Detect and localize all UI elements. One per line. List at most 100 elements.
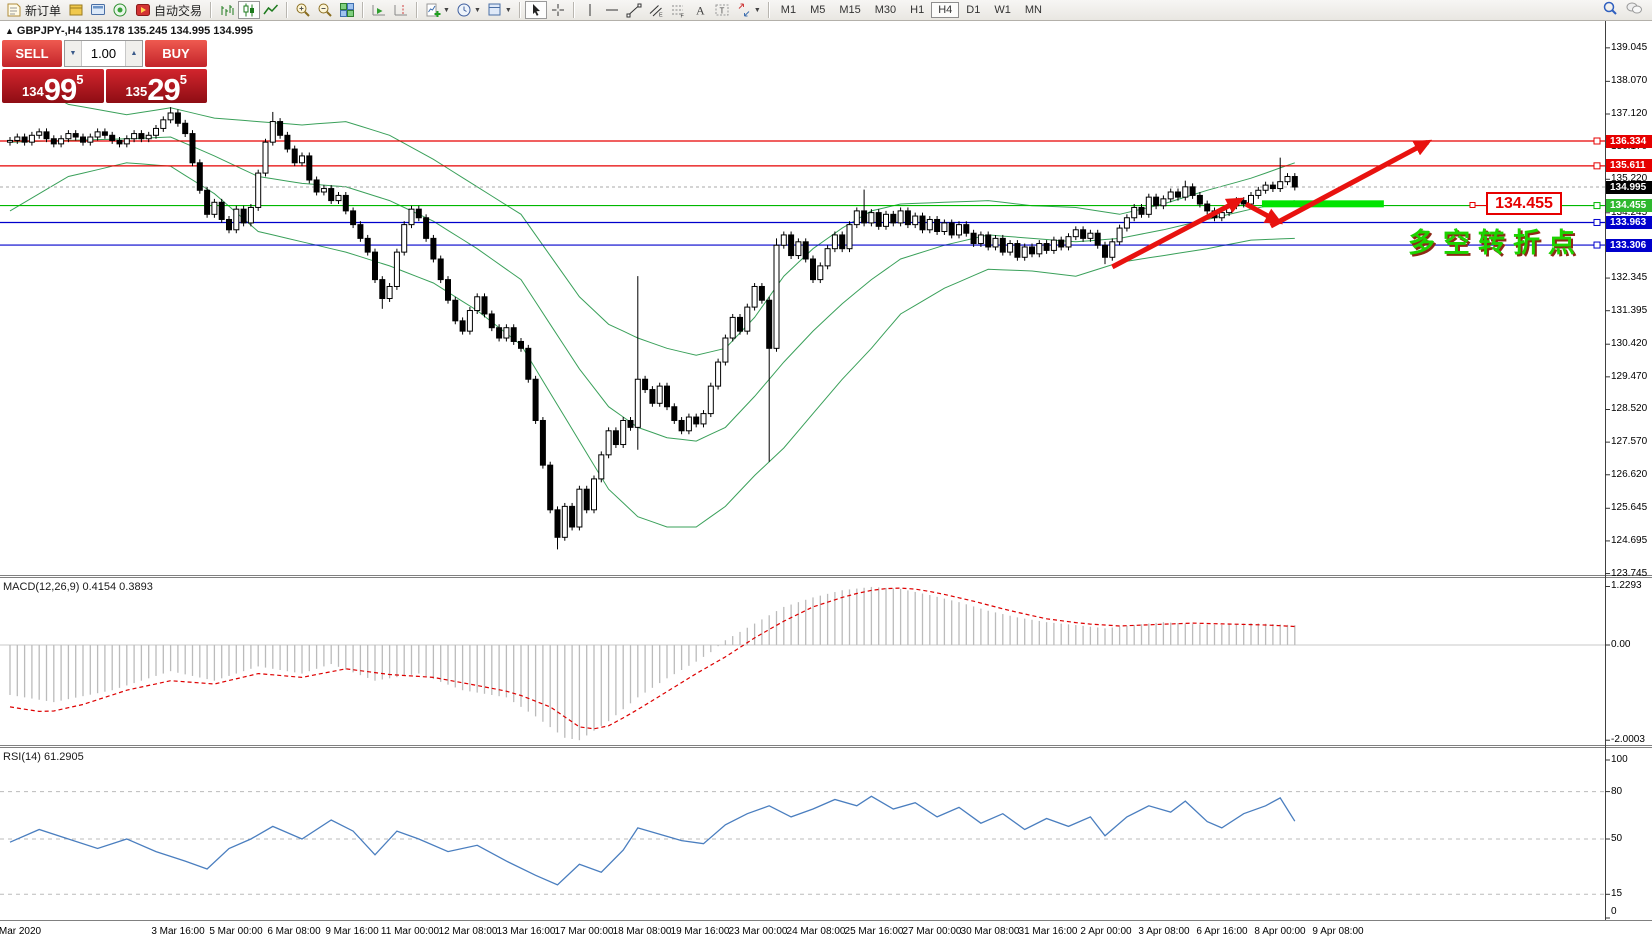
- data-window-icon[interactable]: [87, 1, 109, 19]
- zoom-out-icon[interactable]: [314, 1, 336, 19]
- timeframe-h1-button[interactable]: H1: [903, 2, 931, 18]
- timeframe-m1-button[interactable]: M1: [774, 2, 803, 18]
- volume-stepper[interactable]: ▼ 1.00 ▲: [64, 40, 143, 67]
- timeframe-d1-button[interactable]: D1: [959, 2, 987, 18]
- buy-price-tile[interactable]: 135 29 5: [106, 69, 208, 103]
- sell-price-big: 99: [44, 77, 76, 102]
- buy-price-sup: 5: [180, 69, 187, 86]
- tile-windows-icon[interactable]: [336, 1, 358, 19]
- main-toolbar: 新订单自动交易▼▼▼EFAT▼M1M5M15M30H1H4D1W1MN: [0, 0, 1652, 21]
- indicators-icon[interactable]: ▼: [422, 1, 453, 19]
- auto-trading-button[interactable]: 自动交易: [131, 0, 206, 20]
- trendline-icon[interactable]: [623, 1, 645, 19]
- time-tick-label: 3 Apr 08:00: [1138, 926, 1189, 937]
- candles: [8, 107, 1298, 549]
- price-level-chip: 134.455: [1606, 199, 1652, 212]
- macd-label: MACD(12,26,9) 0.4154 0.3893: [3, 581, 153, 593]
- support-zone-bar[interactable]: [1262, 200, 1384, 207]
- axis-tick-label: 130.420: [1611, 338, 1647, 350]
- turning-point-note: 多空转折点: [1408, 221, 1583, 260]
- navigator-icon[interactable]: [109, 1, 131, 19]
- time-tick-label: 5 Mar 00:00: [209, 926, 262, 937]
- time-tick-label: 11 Mar 00:00: [381, 926, 439, 937]
- symbol-name: GBPJPY-,H4: [17, 25, 82, 37]
- line-chart-icon[interactable]: [260, 1, 282, 19]
- volume-increase-button[interactable]: ▲: [125, 41, 142, 66]
- horizontal-lines[interactable]: [0, 138, 1605, 248]
- time-tick-label: 30 Mar 08:00: [961, 926, 1020, 937]
- time-tick-label: 18 Mar 08:00: [613, 926, 672, 937]
- volume-value[interactable]: 1.00: [82, 41, 125, 66]
- timeframe-mn-button[interactable]: MN: [1018, 2, 1049, 18]
- templates-icon[interactable]: ▼: [484, 1, 515, 19]
- price-level-chip: 135.611: [1606, 159, 1652, 172]
- toolbar-separator: [362, 2, 364, 18]
- macd-pane: [0, 587, 1605, 740]
- bar-chart-icon[interactable]: [216, 1, 238, 19]
- sell-button[interactable]: SELL: [2, 40, 62, 67]
- svg-text:A: A: [696, 4, 705, 18]
- axis-tick-label: 131.395: [1611, 305, 1647, 317]
- time-tick-label: 9 Apr 08:00: [1312, 926, 1363, 937]
- one-click-trading-panel: SELL ▼ 1.00 ▲ BUY 134 99 5 135 29 5: [2, 40, 207, 103]
- cursor-icon[interactable]: [525, 1, 547, 19]
- vertical-line-icon[interactable]: [579, 1, 601, 19]
- horizontal-line-icon[interactable]: [601, 1, 623, 19]
- time-tick-label: 23 Mar 00:00: [729, 926, 788, 937]
- time-tick-label: 17 Mar 00:00: [555, 926, 614, 937]
- axis-tick-label: 50: [1611, 833, 1622, 845]
- time-tick-label: 24 Mar 08:00: [787, 926, 846, 937]
- buy-price-big: 29: [147, 77, 179, 102]
- price-level-chip: 133.963: [1606, 216, 1652, 229]
- axis-tick-label: 0.00: [1611, 639, 1630, 651]
- axis-tick-label: 139.045: [1611, 42, 1647, 54]
- time-tick-label: Mar 2020: [0, 926, 41, 937]
- axis-tick-label: 132.345: [1611, 272, 1647, 284]
- crosshair-icon[interactable]: [547, 1, 569, 19]
- chat-icon[interactable]: [1626, 0, 1642, 21]
- axis-tick-label: 127.570: [1611, 436, 1647, 448]
- sell-price-tile[interactable]: 134 99 5: [2, 69, 104, 103]
- time-tick-label: 6 Mar 08:00: [267, 926, 320, 937]
- time-tick-label: 25 Mar 16:00: [845, 926, 904, 937]
- buy-button[interactable]: BUY: [145, 40, 207, 67]
- timeframe-w1-button[interactable]: W1: [987, 2, 1018, 18]
- time-tick-label: 19 Mar 16:00: [671, 926, 730, 937]
- time-tick-label: 3 Mar 16:00: [151, 926, 204, 937]
- time-tick-label: 6 Apr 16:00: [1196, 926, 1247, 937]
- auto-scroll-icon[interactable]: [368, 1, 390, 19]
- equidistant-channel-icon[interactable]: E: [645, 1, 667, 19]
- volume-decrease-button[interactable]: ▼: [65, 41, 82, 66]
- axis-tick-label: 126.620: [1611, 469, 1647, 481]
- market-watch-icon[interactable]: [65, 1, 87, 19]
- time-tick-label: 8 Apr 00:00: [1254, 926, 1305, 937]
- periods-icon[interactable]: ▼: [453, 1, 484, 19]
- time-tick-label: 9 Mar 16:00: [325, 926, 378, 937]
- text-label-icon[interactable]: T: [711, 1, 733, 19]
- timeframe-h4-button[interactable]: H4: [931, 2, 959, 18]
- new-order-button[interactable]: 新订单: [2, 0, 65, 20]
- support-price-flag[interactable]: 134.455: [1486, 192, 1562, 215]
- toolbar-separator: [768, 2, 770, 18]
- timeframe-m15-button[interactable]: M15: [832, 2, 867, 18]
- timeframe-m5-button[interactable]: M5: [803, 2, 832, 18]
- zoom-in-icon[interactable]: [292, 1, 314, 19]
- axis-tick-label: 129.470: [1611, 371, 1647, 383]
- time-tick-label: 2 Apr 00:00: [1080, 926, 1131, 937]
- search-icon[interactable]: [1602, 0, 1618, 21]
- timeframe-m30-button[interactable]: M30: [868, 2, 903, 18]
- axis-tick-label: 15: [1611, 888, 1622, 900]
- toolbar-separator: [416, 2, 418, 18]
- text-icon[interactable]: A: [689, 1, 711, 19]
- fibonacci-icon[interactable]: F: [667, 1, 689, 19]
- rsi-label: RSI(14) 61.2905: [3, 751, 84, 763]
- candlestick-chart-icon[interactable]: [238, 1, 260, 19]
- arrows-icon[interactable]: ▼: [733, 1, 764, 19]
- chart-shift-icon[interactable]: [390, 1, 412, 19]
- svg-text:F: F: [680, 14, 684, 19]
- axis-tick-label: 100: [1611, 754, 1628, 766]
- price-level-chip: 133.306: [1606, 239, 1652, 252]
- price-level-chip: 134.995: [1606, 181, 1652, 194]
- toolbar-separator: [286, 2, 288, 18]
- chart-area[interactable]: [0, 21, 1652, 921]
